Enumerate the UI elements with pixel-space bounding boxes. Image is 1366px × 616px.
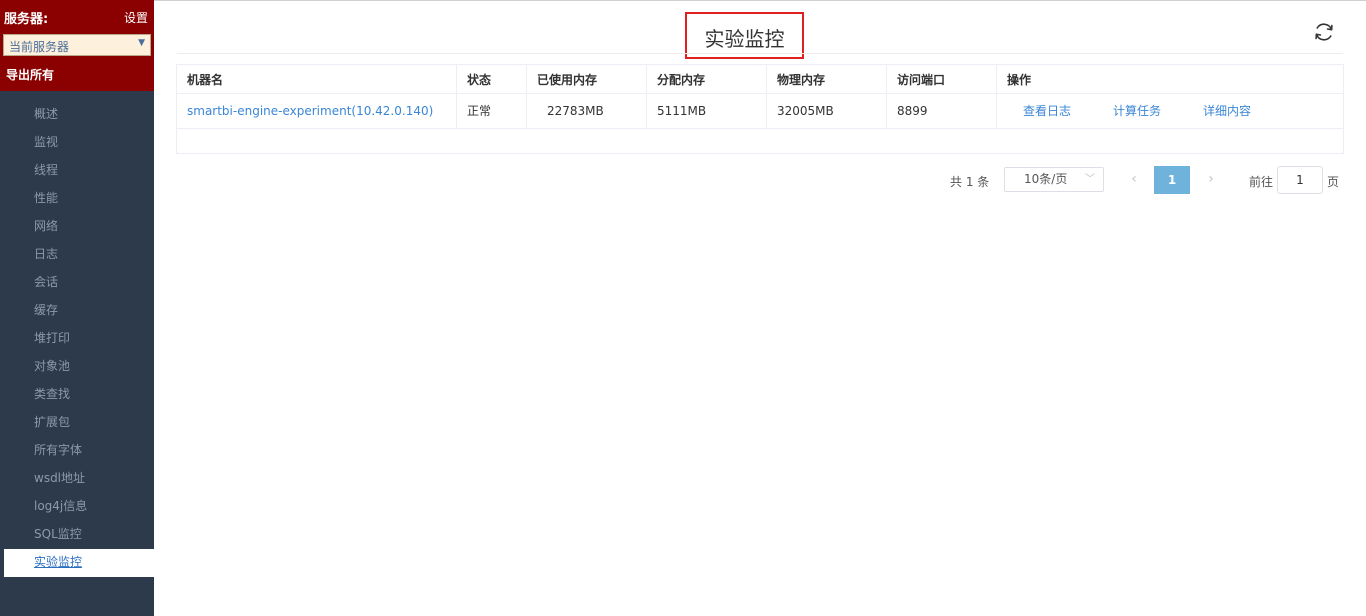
column-header-used-memory: 已使用内存 [527,65,647,93]
compute-task-link[interactable]: 计算任务 [1113,94,1161,129]
column-header-allocated-memory: 分配内存 [647,65,767,93]
page-size-select[interactable]: 10条/页 ﹀ [1004,167,1104,192]
table-row: smartbi-engine-experiment(10.42.0.140) 正… [177,94,1343,129]
total-count: 共 1 条 [950,175,990,189]
sidebar-header: 服务器: 设置 当前服务器 ▼ 导出所有 [0,0,154,91]
details-link[interactable]: 详细内容 [1203,94,1251,129]
goto-label: 前往 [1249,175,1274,189]
table-header: 机器名 状态 已使用内存 分配内存 物理内存 访问端口 操作 [177,65,1343,94]
sidebar-item-logs[interactable]: 日志 [0,241,154,269]
top-border [0,0,1366,1]
dropdown-arrow-icon: ▼ [138,38,145,48]
server-table: 机器名 状态 已使用内存 分配内存 物理内存 访问端口 操作 smartbi-e… [176,64,1344,154]
cell-actions: 查看日志 计算任务 详细内容 [997,94,1343,128]
sidebar-item-log4j[interactable]: log4j信息 [0,493,154,521]
sidebar-item-overview[interactable]: 概述 [0,101,154,129]
sidebar-item-object-pool[interactable]: 对象池 [0,353,154,381]
cell-physical-memory: 32005MB [767,94,887,128]
app-window: 服务器: 设置 当前服务器 ▼ 导出所有 概述 监视 线程 性能 网络 日志 会… [0,0,1366,616]
sidebar-item-wsdl[interactable]: wsdl地址 [0,465,154,493]
cell-allocated-memory: 5111MB [647,94,767,128]
column-header-actions: 操作 [1007,73,1032,87]
chevron-down-icon: ﹀ [1085,174,1095,185]
page-number-current[interactable]: 1 [1154,166,1190,194]
sidebar-item-cache[interactable]: 缓存 [0,297,154,325]
chevron-right-icon: › [1208,171,1214,187]
sidebar-item-extensions[interactable]: 扩展包 [0,409,154,437]
machine-name-link[interactable]: smartbi-engine-experiment(10.42.0.140) [187,104,433,118]
page-unit-label: 页 [1327,175,1340,189]
page-size-value: 10条/页 [1024,172,1068,186]
sidebar-item-sessions[interactable]: 会话 [0,269,154,297]
page-title: 实验监控 [704,27,785,51]
sidebar-item-threads[interactable]: 线程 [0,157,154,185]
prev-page-button[interactable]: ‹ [1124,167,1144,192]
settings-link[interactable]: 设置 [124,9,148,26]
sidebar-nav: 概述 监视 线程 性能 网络 日志 会话 缓存 堆打印 对象池 类查找 扩展包 … [0,101,154,577]
server-select-value: 当前服务器 [9,40,70,54]
sidebar-item-experiment-monitor[interactable]: 实验监控 [4,549,154,577]
sidebar-item-sql-monitor[interactable]: SQL监控 [0,521,154,549]
sidebar: 服务器: 设置 当前服务器 ▼ 导出所有 概述 监视 线程 性能 网络 日志 会… [0,0,154,616]
server-label: 服务器: [4,12,49,27]
goto-page-input[interactable] [1277,166,1323,194]
column-header-machine: 机器名 [177,65,457,93]
server-select[interactable]: 当前服务器 ▼ [3,34,151,56]
column-header-physical-memory: 物理内存 [767,65,887,93]
next-page-button[interactable]: › [1201,167,1221,192]
cell-machine: smartbi-engine-experiment(10.42.0.140) [177,94,457,128]
column-header-port: 访问端口 [887,65,997,93]
sidebar-item-monitor[interactable]: 监视 [0,129,154,157]
sidebar-item-network[interactable]: 网络 [0,213,154,241]
sidebar-item-class-lookup[interactable]: 类查找 [0,381,154,409]
sidebar-item-performance[interactable]: 性能 [0,185,154,213]
cell-status: 正常 [457,94,527,128]
cell-used-memory: 22783MB [527,94,647,128]
refresh-icon[interactable] [1313,21,1335,43]
sidebar-item-fonts[interactable]: 所有字体 [0,437,154,465]
sidebar-item-heap-dump[interactable]: 堆打印 [0,325,154,353]
page-title-highlight: 实验监控 [685,12,804,59]
view-log-link[interactable]: 查看日志 [1023,94,1071,129]
column-header-status: 状态 [457,65,527,93]
chevron-left-icon: ‹ [1131,171,1137,187]
title-divider [177,53,1343,54]
export-all-link[interactable]: 导出所有 [6,66,54,83]
cell-port: 8899 [887,94,997,128]
